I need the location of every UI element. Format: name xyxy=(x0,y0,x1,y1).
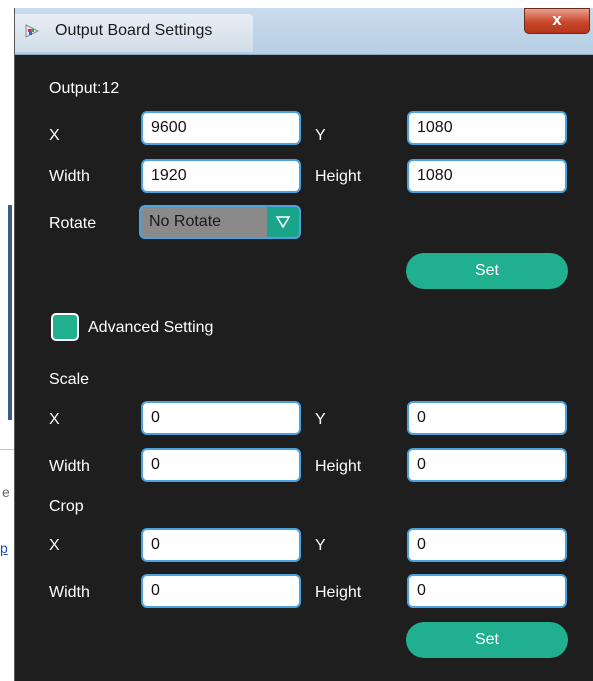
height-label: Height xyxy=(315,168,362,185)
width-input[interactable] xyxy=(141,159,301,193)
y-input[interactable] xyxy=(407,111,567,145)
crop-height-input[interactable] xyxy=(407,574,567,608)
advanced-setting-checkbox[interactable] xyxy=(51,313,79,341)
crop-x-label: X xyxy=(49,537,60,554)
crop-y-input[interactable] xyxy=(407,528,567,562)
scale-y-label: Y xyxy=(315,411,326,428)
close-button[interactable]: x xyxy=(524,8,590,34)
rotate-label: Rotate xyxy=(49,215,97,232)
scale-y-input[interactable] xyxy=(407,401,567,435)
width-label: Width xyxy=(49,168,90,185)
background-scrollbar xyxy=(8,205,12,420)
title-bar[interactable]: Output Board Settings x xyxy=(15,8,593,55)
x-label: X xyxy=(49,127,60,144)
crop-height-label: Height xyxy=(315,584,362,601)
scale-width-label: Width xyxy=(49,458,90,475)
app-icon xyxy=(25,24,39,38)
scale-x-input[interactable] xyxy=(141,401,301,435)
crop-x-input[interactable] xyxy=(141,528,301,562)
x-input[interactable] xyxy=(141,111,301,145)
crop-section-title: Crop xyxy=(49,498,84,515)
crop-width-input[interactable] xyxy=(141,574,301,608)
height-input[interactable] xyxy=(407,159,567,193)
background-link-fragment: p xyxy=(0,540,8,556)
rotate-select[interactable]: No Rotate xyxy=(139,205,301,239)
set-position-button[interactable]: Set xyxy=(406,253,568,289)
crop-y-label: Y xyxy=(315,537,326,554)
scale-x-label: X xyxy=(49,411,60,428)
scale-section-title: Scale xyxy=(49,371,90,388)
output-board-settings-dialog: Output Board Settings x Output:12 X Y Wi… xyxy=(14,8,593,681)
advanced-setting-label: Advanced Setting xyxy=(88,319,214,336)
close-icon: x xyxy=(552,10,562,29)
scale-height-input[interactable] xyxy=(407,448,567,482)
background-text-fragment: e xyxy=(2,484,10,500)
crop-width-label: Width xyxy=(49,584,90,601)
scale-width-input[interactable] xyxy=(141,448,301,482)
rotate-select-value: No Rotate xyxy=(149,213,222,230)
y-label: Y xyxy=(315,127,326,144)
output-label: Output:12 xyxy=(49,80,120,97)
scale-height-label: Height xyxy=(315,458,362,475)
dropdown-arrow-icon[interactable] xyxy=(267,207,299,237)
set-advanced-button[interactable]: Set xyxy=(406,622,568,658)
window-title: Output Board Settings xyxy=(55,22,213,39)
